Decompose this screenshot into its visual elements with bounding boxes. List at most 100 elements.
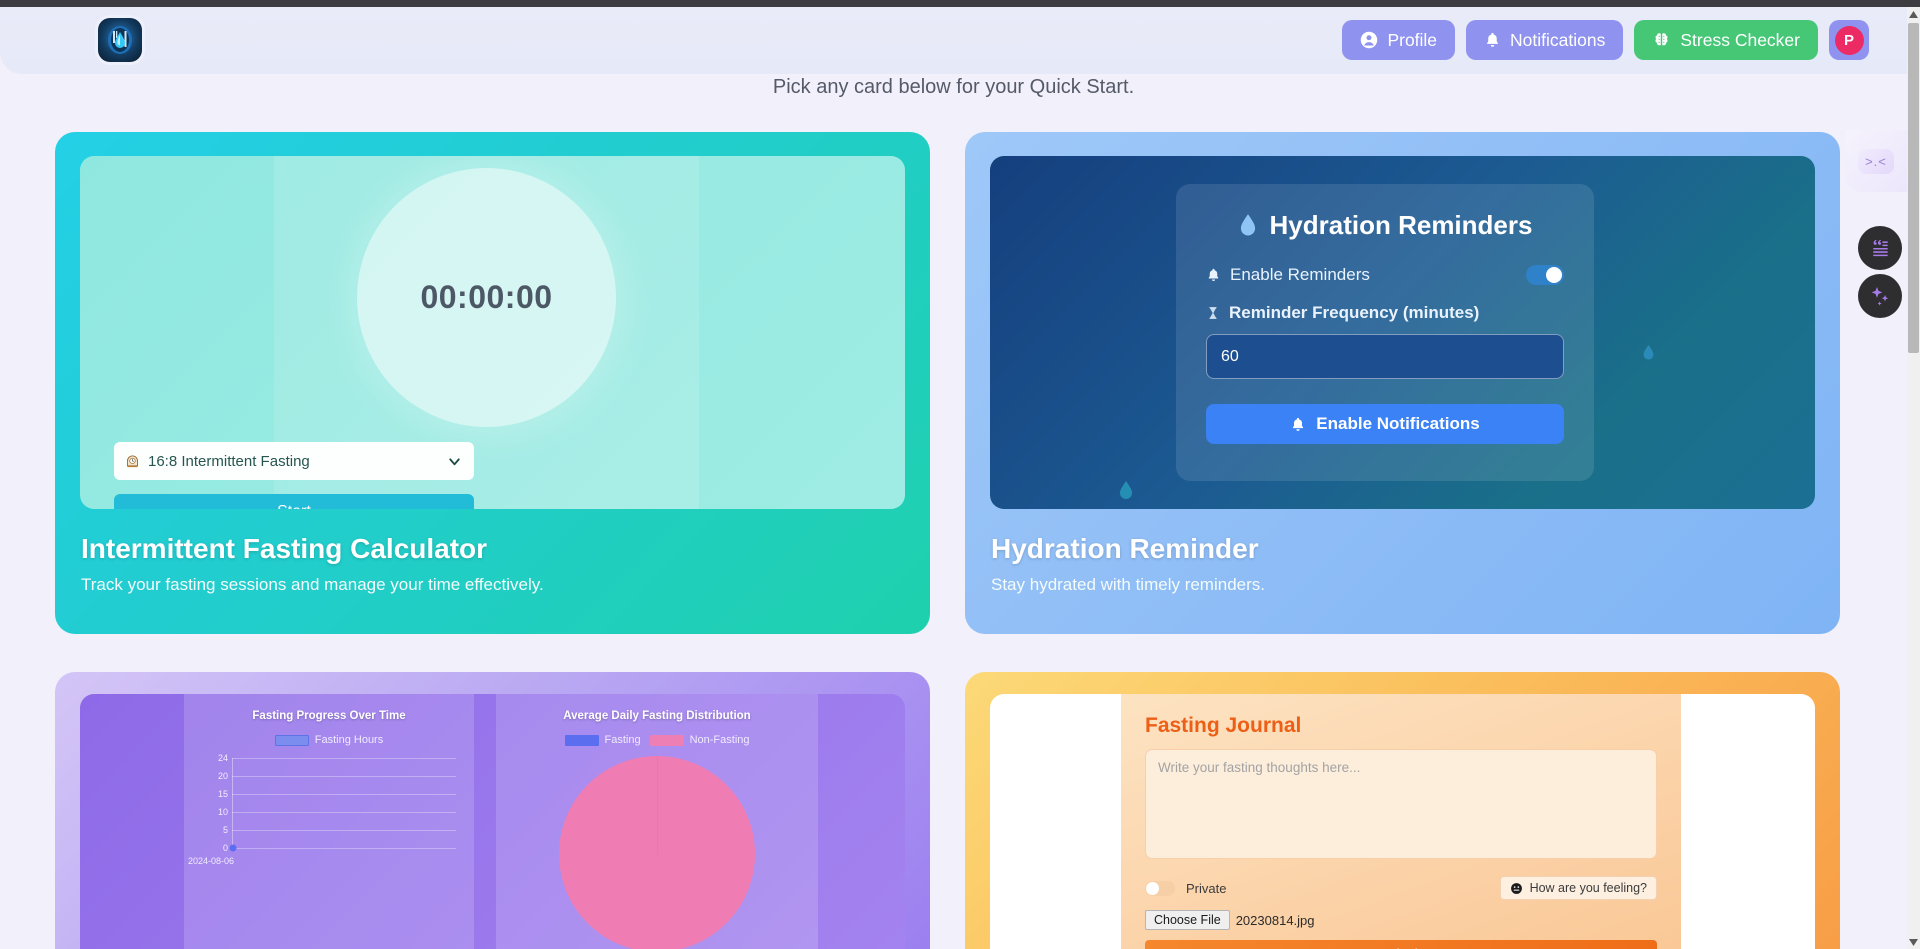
bell-icon: [1293, 417, 1304, 431]
charts-preview: Fasting Progress Over Time Fasting Hours…: [80, 694, 905, 949]
journal-choose-file-button[interactable]: Choose File: [1145, 910, 1230, 930]
gridline: [232, 758, 456, 759]
card-fasting-charts[interactable]: Fasting Progress Over Time Fasting Hours…: [55, 672, 930, 949]
mantelpiece-clock-icon: [127, 454, 138, 467]
app-header: Profile Notifications Stress Checker P: [0, 7, 1907, 74]
card-hydration-reminder[interactable]: Hydration Reminders Enable Reminders Rem…: [965, 132, 1840, 634]
avatar-initial: P: [1834, 25, 1864, 55]
gridline: [232, 812, 456, 813]
journal-textarea[interactable]: [1145, 749, 1657, 859]
hydration-panel-title: Hydration Reminders: [1269, 210, 1533, 240]
journal-submit-button[interactable]: Submit: [1145, 940, 1657, 949]
chart-fasting-distribution: Average Daily Fasting Distribution Fasti…: [496, 694, 818, 949]
hydration-enable-notifications-button[interactable]: Enable Notifications: [1206, 404, 1564, 444]
card-intermittent-fasting-calculator[interactable]: 00:00:00 16:8 Intermittent Fasting Start…: [55, 132, 930, 634]
data-point: [229, 844, 237, 852]
chevron-up-icon: [1909, 10, 1918, 18]
pie-chart: [559, 756, 755, 949]
fasting-card-description: Track your fasting sessions and manage y…: [81, 575, 544, 594]
fasting-timer-value: 00:00:00: [420, 279, 553, 315]
bell-icon: [1208, 268, 1219, 281]
legend-item: Fasting: [564, 734, 641, 746]
water-droplet-icon: [1240, 213, 1255, 235]
gridline: [232, 848, 456, 849]
fasting-preview: 00:00:00 16:8 Intermittent Fasting Start: [80, 156, 905, 509]
hydration-enable-label: Enable Reminders: [1230, 265, 1370, 284]
hydration-frequency-input[interactable]: [1206, 334, 1564, 379]
y-tick-label: 24: [217, 753, 228, 763]
notifications-button[interactable]: Notifications: [1466, 20, 1624, 60]
chart-line-legend: Fasting Hours: [184, 734, 474, 746]
app-logo-droplet-cutlery-icon: [108, 26, 132, 54]
bell-icon: [1487, 32, 1499, 47]
brain-icon: [1655, 33, 1668, 46]
gridline: [232, 776, 456, 777]
profile-button-label: Profile: [1387, 29, 1438, 50]
journal-feeling-label: How are you feeling?: [1529, 881, 1647, 895]
stress-checker-button[interactable]: Stress Checker: [1634, 20, 1818, 60]
scrollbar-thumb[interactable]: [1908, 23, 1919, 353]
y-tick-label: 20: [217, 771, 228, 781]
hydration-frequency-label-row: Reminder Frequency (minutes): [1206, 303, 1564, 323]
chevron-down-icon: [1909, 938, 1918, 946]
chart-pie-title: Average Daily Fasting Distribution: [563, 710, 751, 722]
kaomoji-widget-button[interactable]: >.<: [1845, 130, 1907, 192]
droplet-decoration-icon: [1643, 344, 1654, 360]
user-circle-icon: [1361, 31, 1378, 49]
hydration-card-title: Hydration Reminder: [991, 533, 1259, 564]
app-logo[interactable]: [98, 18, 142, 62]
journal-preview: Fasting Journal Private How are you feel…: [990, 694, 1815, 949]
hydration-frequency-label: Reminder Frequency (minutes): [1229, 303, 1480, 322]
legend-swatch: [564, 734, 599, 746]
scrollbar-up-arrow[interactable]: [1907, 7, 1920, 21]
hourglass-icon: [1209, 307, 1217, 319]
journal-body: Fasting Journal Private How are you feel…: [1121, 694, 1681, 949]
hydration-panel-title-row: Hydration Reminders: [1206, 210, 1564, 241]
chevron-down-icon: [449, 457, 460, 465]
droplet-decoration-icon: [1120, 481, 1132, 499]
fasting-start-button[interactable]: Start: [114, 494, 474, 509]
notes-fab-button[interactable]: [1858, 226, 1902, 270]
fasting-plan-value: 16:8 Intermittent Fasting: [148, 452, 310, 470]
fasting-timer-circle: 00:00:00: [357, 168, 616, 427]
journal-private-label: Private: [1186, 880, 1227, 896]
gridline: [232, 830, 456, 831]
legend-label: Non-Fasting: [689, 734, 750, 746]
chart-y-axis: [232, 758, 233, 848]
chart-fasting-progress: Fasting Progress Over Time Fasting Hours…: [184, 694, 474, 949]
journal-options-row: Private How are you feeling?: [1145, 876, 1657, 900]
page-scrollbar[interactable]: [1907, 7, 1920, 949]
legend-swatch: [649, 734, 684, 746]
quote-lines-icon: [1873, 239, 1888, 257]
y-tick-label: 10: [217, 807, 228, 817]
hydration-panel: Hydration Reminders Enable Reminders Rem…: [1176, 184, 1594, 481]
journal-feeling-button[interactable]: How are you feeling?: [1499, 876, 1657, 900]
sparkles-icon: [1871, 287, 1889, 306]
y-tick-label: 5: [222, 825, 228, 835]
legend-label: Fasting: [604, 734, 641, 746]
card-fasting-journal[interactable]: Fasting Journal Private How are you feel…: [965, 672, 1840, 949]
emoji-face-icon: [1510, 882, 1522, 894]
x-tick-label: 2024-08-06: [188, 856, 235, 866]
journal-private-toggle[interactable]: [1145, 880, 1175, 896]
notifications-button-label: Notifications: [1510, 29, 1606, 50]
legend-label: Fasting Hours: [314, 734, 384, 746]
header-actions: Profile Notifications Stress Checker P: [1342, 20, 1869, 60]
avatar[interactable]: P: [1829, 20, 1869, 60]
hydration-preview: Hydration Reminders Enable Reminders Rem…: [990, 156, 1815, 509]
journal-title: Fasting Journal: [1145, 714, 1302, 737]
profile-button[interactable]: Profile: [1342, 20, 1456, 60]
journal-file-row: Choose File 20230814.jpg: [1145, 910, 1657, 930]
legend-item: Non-Fasting: [649, 734, 750, 746]
page-subtitle: Pick any card below for your Quick Start…: [772, 76, 1135, 98]
fasting-plan-select[interactable]: 16:8 Intermittent Fasting: [114, 442, 474, 480]
gridline: [232, 794, 456, 795]
ai-assistant-fab-button[interactable]: [1858, 274, 1902, 318]
scrollbar-down-arrow[interactable]: [1907, 935, 1920, 949]
chart-line-title: Fasting Progress Over Time: [252, 710, 406, 722]
hydration-notify-label: Enable Notifications: [1316, 414, 1480, 433]
y-tick-label: 15: [217, 789, 228, 799]
chart-pie-legend: Fasting Non-Fasting: [496, 734, 818, 746]
stress-checker-button-label: Stress Checker: [1680, 29, 1800, 50]
hydration-enable-toggle[interactable]: [1526, 265, 1564, 285]
